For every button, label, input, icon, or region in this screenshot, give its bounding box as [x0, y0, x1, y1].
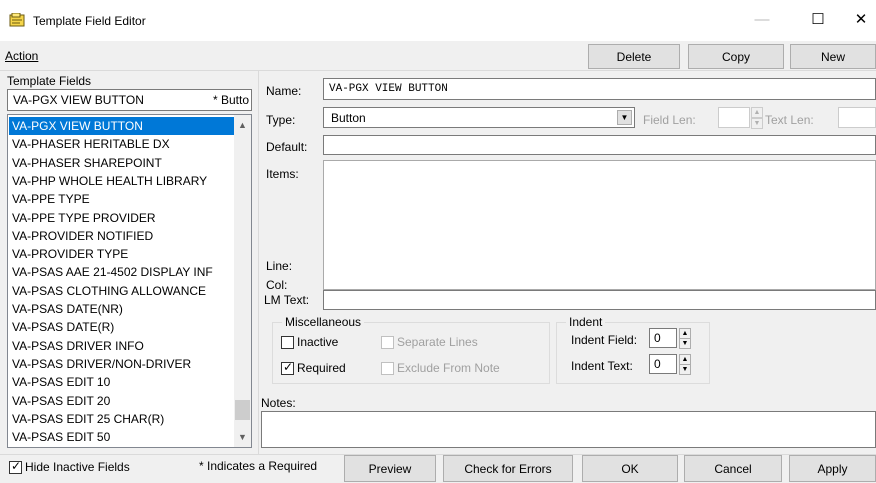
- menu-action-label: Action: [5, 49, 39, 63]
- required-checkbox[interactable]: ✓: [281, 360, 294, 375]
- list-item[interactable]: VA-PHP WHOLE HEALTH LIBRARY: [9, 172, 235, 190]
- hide-inactive-checkbox[interactable]: ✓: [9, 459, 22, 474]
- field-len-down-icon[interactable]: ▼: [751, 118, 763, 129]
- ok-button[interactable]: OK: [582, 455, 678, 482]
- preview-button[interactable]: Preview: [344, 455, 436, 482]
- check-icon: ✓: [11, 459, 22, 473]
- inactive-label: Inactive: [297, 335, 339, 349]
- copy-button-label: Copy: [721, 49, 750, 64]
- indent-text-down-icon[interactable]: ▼: [679, 364, 691, 375]
- template-fields-list[interactable]: VA-PGX VIEW BUTTON VA-PHASER HERITABLE DX…: [7, 114, 252, 448]
- items-label: Items:: [266, 167, 299, 181]
- template-editor-app-icon: [9, 13, 25, 27]
- ok-button-label: OK: [621, 461, 639, 476]
- notes-label: Notes:: [261, 396, 296, 410]
- delete-button-label: Delete: [616, 49, 652, 64]
- chevron-down-icon[interactable]: ▼: [617, 110, 632, 125]
- lm-text-input[interactable]: [323, 290, 876, 310]
- name-input-value: VA-PGX VIEW BUTTON: [329, 83, 448, 95]
- misc-group-title: Miscellaneous: [282, 315, 365, 329]
- line-label: Line:: [266, 259, 293, 273]
- list-item[interactable]: VA-PSAS EDIT 25 CHAR(R): [9, 410, 235, 428]
- apply-button-label: Apply: [817, 461, 848, 476]
- list-item[interactable]: VA-PGX VIEW BUTTON: [9, 117, 235, 135]
- notes-textarea[interactable]: [261, 411, 876, 448]
- new-button[interactable]: New: [790, 44, 876, 69]
- list-item[interactable]: VA-PSAS DATE(R): [9, 318, 235, 336]
- name-input[interactable]: VA-PGX VIEW BUTTON: [323, 78, 876, 100]
- indent-group-title: Indent: [566, 315, 606, 329]
- text-len-label: Text Len:: [765, 113, 814, 127]
- required-label: Required: [297, 361, 346, 375]
- list-scrollbar[interactable]: ▲ ▼: [234, 115, 251, 447]
- list-item[interactable]: VA-PSAS DATE(NR): [9, 300, 235, 318]
- text-len-input[interactable]: [838, 107, 876, 128]
- lm-text-label: LM Text:: [264, 293, 310, 307]
- hide-inactive-label: Hide Inactive Fields: [25, 460, 130, 474]
- indent-field-value: 0: [654, 331, 661, 345]
- close-button[interactable]: ✕: [838, 0, 876, 40]
- indent-text-label: Indent Text:: [571, 359, 633, 373]
- type-select[interactable]: Button ▼: [323, 107, 635, 128]
- separate-lines-label: Separate Lines: [397, 335, 478, 349]
- window-title: Template Field Editor: [33, 14, 146, 28]
- list-item[interactable]: VA-PSAS CLOTHING ALLOWANCE: [9, 282, 235, 300]
- check-for-errors-label: Check for Errors: [464, 461, 552, 476]
- list-item[interactable]: VA-PSAS EDIT 50: [9, 428, 235, 446]
- list-item[interactable]: VA-PPE TYPE: [9, 190, 235, 208]
- template-fields-current: VA-PGX VIEW BUTTON * Butto: [7, 89, 252, 111]
- list-item[interactable]: VA-PSAS EDIT 10: [9, 373, 235, 391]
- list-item[interactable]: VA-PHASER SHAREPOINT: [9, 154, 235, 172]
- required-legend: * Indicates a Required: [199, 459, 318, 473]
- check-for-errors-button[interactable]: Check for Errors: [443, 455, 573, 482]
- preview-button-label: Preview: [368, 461, 412, 476]
- check-icon: ✓: [283, 360, 294, 374]
- inactive-checkbox[interactable]: [281, 336, 294, 349]
- copy-button[interactable]: Copy: [688, 44, 784, 69]
- scroll-thumb[interactable]: [235, 400, 250, 420]
- list-item[interactable]: VA-PPE TYPE PROVIDER: [9, 209, 235, 227]
- list-item[interactable]: VA-PROVIDER TYPE: [9, 245, 235, 263]
- default-label: Default:: [266, 140, 308, 154]
- current-field-name: VA-PGX VIEW BUTTON: [13, 93, 144, 107]
- indent-field-input[interactable]: 0: [649, 328, 677, 348]
- items-textarea[interactable]: [323, 160, 876, 290]
- current-field-flag: * Butto: [212, 93, 249, 107]
- field-len-input[interactable]: [718, 107, 750, 128]
- separate-lines-checkbox[interactable]: [381, 336, 394, 349]
- delete-button[interactable]: Delete: [588, 44, 680, 69]
- default-input[interactable]: [323, 135, 876, 155]
- indent-field-down-icon[interactable]: ▼: [679, 338, 691, 349]
- list-item[interactable]: VA-PROVIDER NOTIFIED: [9, 227, 235, 245]
- apply-button[interactable]: Apply: [789, 455, 876, 482]
- exclude-from-note-checkbox[interactable]: [381, 362, 394, 375]
- cancel-button-label: Cancel: [714, 461, 752, 476]
- field-len-label: Field Len:: [643, 113, 696, 127]
- cancel-button[interactable]: Cancel: [684, 455, 782, 482]
- name-label: Name:: [266, 84, 302, 98]
- minimize-button[interactable]: —: [739, 0, 785, 40]
- list-item[interactable]: VA-PSAS DRIVER INFO: [9, 337, 235, 355]
- scroll-up-icon[interactable]: ▲: [234, 117, 251, 133]
- exclude-from-note-label: Exclude From Note: [397, 361, 500, 375]
- indent-field-label: Indent Field:: [571, 333, 638, 347]
- col-label: Col:: [266, 278, 288, 292]
- new-button-label: New: [820, 49, 845, 64]
- list-item[interactable]: VA-PSAS EDIT 20: [9, 392, 235, 410]
- list-item[interactable]: VA-PHASER HERITABLE DX: [9, 135, 235, 153]
- template-fields-label: Template Fields: [7, 74, 92, 88]
- scroll-down-icon[interactable]: ▼: [234, 429, 251, 445]
- field-len-up-icon[interactable]: ▲: [751, 107, 763, 118]
- type-label: Type:: [266, 113, 296, 127]
- list-item[interactable]: VA-PSAS DRIVER/NON-DRIVER: [9, 355, 235, 373]
- indent-text-input[interactable]: 0: [649, 354, 677, 374]
- menu-action[interactable]: Action: [5, 49, 38, 63]
- indent-text-value: 0: [654, 357, 661, 371]
- list-item[interactable]: VA-PSAS AAE 21-4502 DISPLAY INF: [9, 263, 235, 281]
- type-select-value: Button: [331, 111, 366, 125]
- maximize-button[interactable]: ☐: [795, 0, 841, 40]
